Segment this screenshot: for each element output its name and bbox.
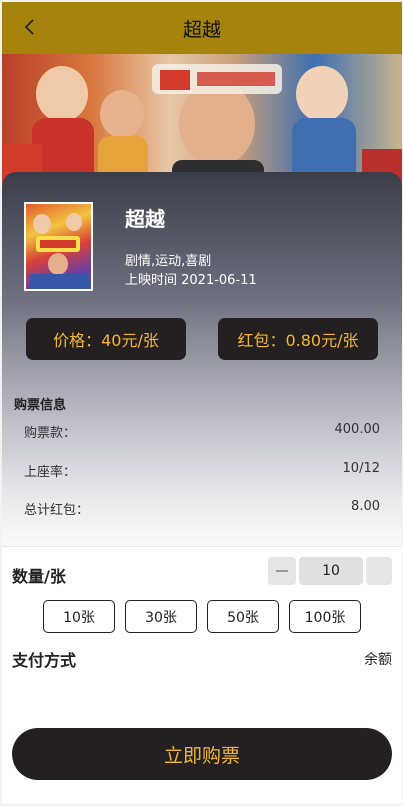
- movie-release-date: 上映时间 2021-06-11: [125, 273, 257, 288]
- header-bar: 超越: [2, 2, 402, 54]
- movie-genre: 剧情,运动,喜剧: [125, 254, 212, 269]
- info-row-payment: 购票款： 400.00: [24, 422, 380, 442]
- movie-banner-image: [2, 54, 402, 184]
- phone-screen: 超越 超越 剧情,运动,喜剧 上映时间 2021-06-11 价格：40元/张 …: [2, 2, 402, 804]
- info-row-total-bonus: 总计红包： 8.00: [24, 499, 380, 519]
- quantity-input[interactable]: 10: [299, 557, 363, 585]
- info-row-label: 总计红包：: [24, 503, 90, 518]
- quantity-preset-100[interactable]: 100张: [289, 600, 361, 633]
- info-row-occupancy: 上座率： 10/12: [24, 461, 380, 481]
- info-row-value: 400.00: [334, 422, 381, 437]
- info-row-value: 10/12: [342, 461, 380, 476]
- quantity-preset-50[interactable]: 50张: [207, 600, 279, 633]
- quantity-preset-10[interactable]: 10张: [43, 600, 115, 633]
- quantity-preset-30[interactable]: 30张: [125, 600, 197, 633]
- section-divider: [2, 546, 402, 547]
- movie-title: 超越: [125, 207, 165, 231]
- movie-poster-image: [24, 202, 93, 291]
- payment-method-label: 支付方式: [12, 651, 77, 670]
- price-badge: 价格：40元/张: [26, 318, 186, 360]
- info-row-label: 上座率：: [24, 465, 77, 480]
- quantity-decrease-button[interactable]: [268, 557, 296, 585]
- buy-now-button[interactable]: 立即购票: [12, 728, 392, 780]
- quantity-label: 数量/张: [12, 567, 66, 586]
- page-title: 超越: [182, 19, 221, 41]
- info-row-label: 购票款：: [24, 426, 77, 441]
- info-row-value: 8.00: [351, 499, 380, 514]
- movie-info-card: 超越 剧情,运动,喜剧 上映时间 2021-06-11 价格：40元/张 红包：…: [2, 172, 402, 547]
- minus-icon: [276, 570, 288, 572]
- red-packet-badge: 红包：0.80元/张: [218, 318, 378, 360]
- quantity-increase-button[interactable]: [366, 557, 392, 585]
- payment-method-value[interactable]: 余额: [364, 649, 392, 669]
- ticket-info-title: 购票信息: [14, 398, 67, 413]
